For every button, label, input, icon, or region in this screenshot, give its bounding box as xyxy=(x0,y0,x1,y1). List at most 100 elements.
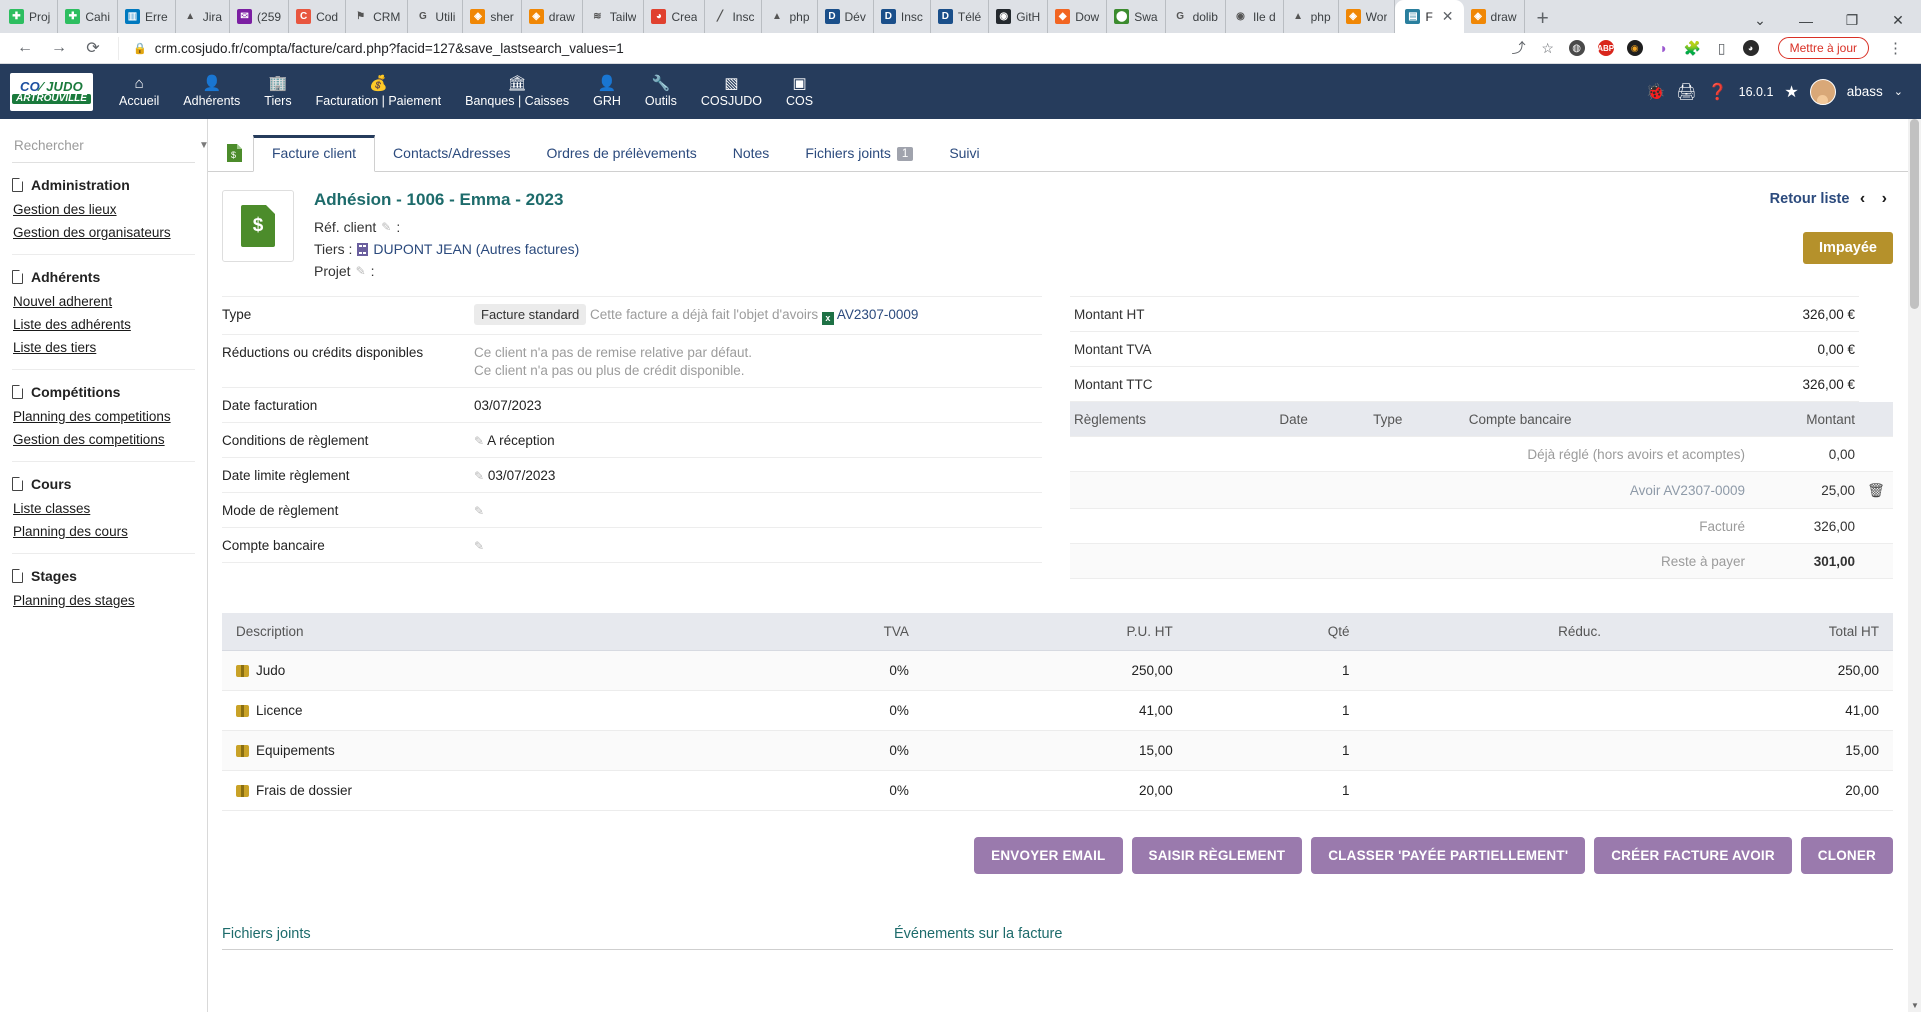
username-label[interactable]: abass xyxy=(1847,84,1883,99)
action-cr-er-facture-avoir[interactable]: CRÉER FACTURE AVOIR xyxy=(1594,837,1792,874)
sidebar-item-planning-des-stages[interactable]: Planning des stages xyxy=(12,589,195,612)
browser-tab-active[interactable]: ▤ F ✕ xyxy=(1395,0,1464,33)
window-minimize-more-icon[interactable]: ⌄ xyxy=(1737,12,1783,29)
sidebar-item-planning-des-cours[interactable]: Planning des cours xyxy=(12,520,195,543)
browser-tab[interactable]: Gdolib xyxy=(1166,0,1226,33)
window-close-icon[interactable]: ✕ xyxy=(1875,12,1921,29)
edit-pencil-icon[interactable]: ✎ xyxy=(474,504,484,518)
back-to-list-link[interactable]: Retour liste xyxy=(1770,191,1850,207)
tiers-link[interactable]: DUPONT JEAN (Autres factures) xyxy=(373,241,579,257)
payment-label[interactable]: Avoir AV2307-0009 xyxy=(1070,471,1749,509)
nav-item-facturation-paiement[interactable]: 💰 Facturation | Paiement xyxy=(304,72,454,112)
new-tab-button[interactable]: + xyxy=(1525,8,1561,33)
page-scrollbar[interactable]: ▲ ▼ xyxy=(1908,119,1921,1012)
menu-kebab-icon[interactable]: ⋮ xyxy=(1882,39,1909,57)
browser-tab[interactable]: G Utili xyxy=(408,0,464,33)
browser-tab[interactable]: D Télé xyxy=(931,0,990,33)
browser-tab[interactable]: ◈ draw xyxy=(1464,0,1525,33)
window-minimize-icon[interactable]: — xyxy=(1783,13,1829,29)
browser-tab[interactable]: ≋ Tailw xyxy=(583,0,645,33)
browser-tab[interactable]: ✚ Proj xyxy=(2,0,59,33)
reload-icon[interactable]: ⟳ xyxy=(78,35,108,61)
sidebar-item-planning-des-competitions[interactable]: Planning des competitions xyxy=(12,405,195,428)
browser-tab[interactable]: ◉ Ile d xyxy=(1226,0,1284,33)
sidebar-item-liste-classes[interactable]: Liste classes xyxy=(12,497,195,520)
browser-tab[interactable]: ◆ Dow xyxy=(1048,0,1108,33)
nav-item-adh-rents[interactable]: 👤 Adhérents xyxy=(171,72,252,112)
nav-item-outils[interactable]: 🔧 Outils xyxy=(633,72,689,112)
browser-tab[interactable]: ◈ Wor xyxy=(1339,0,1396,33)
browser-tab[interactable]: ✉ (259 xyxy=(230,0,290,33)
bookmark-star-icon[interactable]: ★ xyxy=(1784,82,1798,102)
edit-pencil-icon[interactable]: ✎ xyxy=(474,539,484,553)
url-input[interactable]: 🔒 crm.cosjudo.fr/compta/facture/card.php… xyxy=(118,36,1501,60)
tab-suivi[interactable]: Suivi xyxy=(931,136,997,171)
sidebar-item-gestion-des-competitions[interactable]: Gestion des competitions xyxy=(12,428,195,451)
puzzle-icon[interactable]: 🧩 xyxy=(1684,40,1701,56)
browser-tab[interactable]: ◈ draw xyxy=(522,0,583,33)
sidebar-item-gestion-des-lieux[interactable]: Gestion des lieux xyxy=(12,198,195,221)
nav-item-cos[interactable]: ▣ COS xyxy=(774,72,825,126)
avoir-link[interactable]: AV2307-0009 xyxy=(837,307,919,322)
app-logo[interactable]: CO⁄ JUDO ARTROUVILLE xyxy=(10,72,93,111)
tab-notes[interactable]: Notes xyxy=(715,136,788,171)
forward-icon[interactable]: → xyxy=(44,35,74,61)
browser-tab[interactable]: ◕ Crea xyxy=(644,0,706,33)
print-icon[interactable]: 🖨 xyxy=(1676,82,1696,102)
browser-tab[interactable]: ◉ GitH xyxy=(989,0,1049,33)
bug-icon[interactable]: 🐞 xyxy=(1645,82,1665,102)
sidebar-item-nouvel-adherent[interactable]: Nouvel adherent xyxy=(12,290,195,313)
delete-icon[interactable]: 🗑 xyxy=(1859,471,1893,509)
edit-pencil-icon[interactable]: ✎ xyxy=(381,220,391,234)
prev-record-icon[interactable]: ‹ xyxy=(1854,190,1871,207)
share-icon[interactable]: ⤴ xyxy=(1511,40,1527,56)
nav-item-banques-caisses[interactable]: 🏛 Banques | Caisses xyxy=(453,72,581,112)
help-icon[interactable]: ❓ xyxy=(1708,82,1728,102)
sidebar-item-liste-des-adh-rents[interactable]: Liste des adhérents xyxy=(12,313,195,336)
tab-fichiers-joints[interactable]: Fichiers joints 1 xyxy=(787,136,931,171)
next-record-icon[interactable]: › xyxy=(1876,190,1893,207)
tab-ordres-de-pr-l-vements[interactable]: Ordres de prélèvements xyxy=(529,136,715,171)
profile-icon[interactable]: ◕ xyxy=(1742,40,1759,56)
sidebar-item-liste-des-tiers[interactable]: Liste des tiers xyxy=(12,336,195,359)
browser-tab[interactable]: ▲ php xyxy=(1284,0,1339,33)
honey-icon[interactable]: ◉ xyxy=(1626,40,1643,56)
sidepanel-icon[interactable]: ▯ xyxy=(1714,40,1730,56)
browser-tab[interactable]: ◈ sher xyxy=(463,0,522,33)
browser-tab[interactable]: ⬤ Swa xyxy=(1107,0,1166,33)
sidebar-search[interactable]: ▼ xyxy=(12,129,209,163)
edit-pencil-icon[interactable]: ✎ xyxy=(474,469,484,483)
sidebar-item-gestion-des-organisateurs[interactable]: Gestion des organisateurs xyxy=(12,221,195,244)
action-cloner[interactable]: CLONER xyxy=(1800,837,1893,874)
action-classer-pay-e-partiellement[interactable]: CLASSER 'PAYÉE PARTIELLEMENT' xyxy=(1311,837,1586,874)
browser-tab[interactable]: ▲ Jira xyxy=(176,0,231,33)
extension-purple-icon[interactable]: ◗ xyxy=(1656,40,1672,56)
nav-item-accueil[interactable]: ⌂ Accueil xyxy=(107,72,171,112)
browser-tab[interactable]: ⚑ CRM xyxy=(346,0,409,33)
nav-item-grh[interactable]: 👤 GRH xyxy=(581,72,633,112)
ghostery-icon[interactable]: ◍ xyxy=(1568,40,1585,56)
avatar[interactable] xyxy=(1809,78,1836,105)
nav-item-cosjudo[interactable]: ▧ COSJUDO xyxy=(689,72,774,112)
scroll-down-icon[interactable]: ▼ xyxy=(1911,1001,1919,1010)
scrollbar-thumb[interactable] xyxy=(1910,119,1919,309)
adblock-icon[interactable]: ABP xyxy=(1597,40,1614,56)
update-button[interactable]: Mettre à jour xyxy=(1777,37,1869,59)
window-maximize-icon[interactable]: ❐ xyxy=(1829,12,1875,29)
chevron-down-icon[interactable]: ▼ xyxy=(193,140,209,151)
nav-item-tiers[interactable]: 🏢 Tiers xyxy=(252,72,303,112)
tab-facture-client[interactable]: Facture client xyxy=(253,135,376,172)
tab-contacts-adresses[interactable]: Contacts/Adresses xyxy=(375,136,529,171)
search-input[interactable] xyxy=(12,137,193,154)
browser-tab[interactable]: C Cod xyxy=(289,0,347,33)
close-icon[interactable]: ✕ xyxy=(1442,8,1454,25)
browser-tab[interactable]: D Insc xyxy=(874,0,931,33)
browser-tab[interactable]: ╱ Insc xyxy=(705,0,763,33)
star-icon[interactable]: ☆ xyxy=(1540,40,1556,56)
chevron-down-icon[interactable]: ⌄ xyxy=(1894,85,1903,98)
browser-tab[interactable]: ✚ Cahi xyxy=(58,0,119,33)
back-icon[interactable]: ← xyxy=(10,35,40,61)
action-saisir-r-glement[interactable]: SAISIR RÈGLEMENT xyxy=(1131,837,1303,874)
edit-pencil-icon[interactable]: ✎ xyxy=(474,434,484,448)
browser-tab[interactable]: ▥ Erre xyxy=(118,0,176,33)
